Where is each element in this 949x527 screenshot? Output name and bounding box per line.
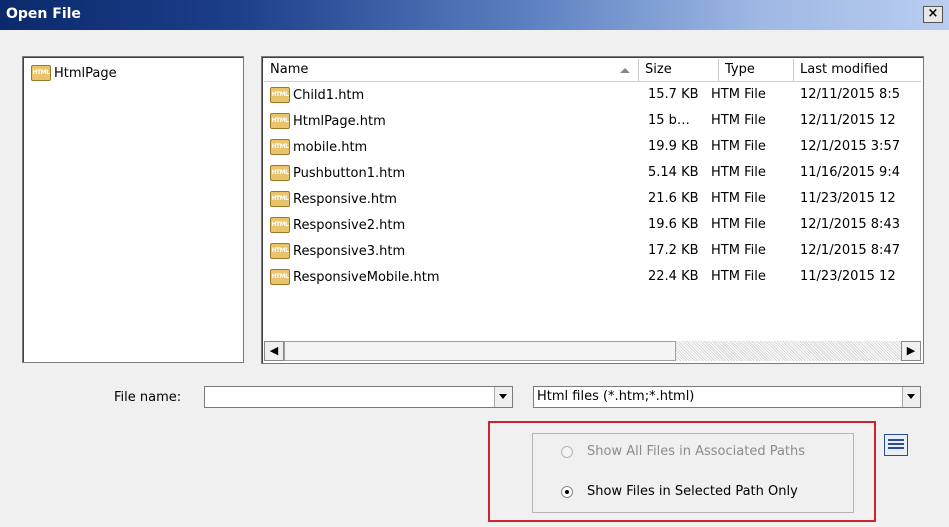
file-size: 22.4 KB <box>648 269 699 284</box>
column-header-size[interactable]: Size <box>639 59 719 81</box>
file-modified: 12/11/2015 8:5 <box>800 87 900 102</box>
directory-list[interactable]: HTML HtmlPage <box>22 56 244 363</box>
file-size: 19.6 KB <box>648 217 699 232</box>
file-modified: 12/1/2015 3:57 <box>800 139 900 154</box>
html-file-icon: HTML <box>270 139 290 155</box>
radio-show-all-files[interactable]: Show All Files in Associated Paths <box>561 444 805 459</box>
radio-show-selected-label: Show Files in Selected Path Only <box>587 484 798 499</box>
file-name: ResponsiveMobile.htm <box>293 269 440 285</box>
file-list[interactable]: Name Size Type Last modified HTML Child1.… <box>261 56 924 364</box>
path-options-group: Show All Files in Associated Paths Show … <box>532 433 854 513</box>
file-size: 15 b… <box>648 113 690 128</box>
file-type: HTM File <box>711 269 766 284</box>
file-type-dropdown-icon[interactable] <box>902 387 920 407</box>
directory-item-label: HtmlPage <box>54 65 117 81</box>
column-header-size-label: Size <box>645 62 672 77</box>
file-modified: 12/1/2015 8:47 <box>800 243 900 258</box>
file-modified: 11/16/2015 9:4 <box>800 165 900 180</box>
scrollbar-thumb[interactable] <box>284 341 676 361</box>
file-size: 15.7 KB <box>648 87 699 102</box>
html-file-icon: HTML <box>270 87 290 103</box>
table-row[interactable]: HTML HtmlPage.htm 15 b… HTM File 12/11/20… <box>264 111 921 137</box>
file-type-value: Html files (*.htm;*.html) <box>537 389 695 404</box>
file-modified: 11/23/2015 12 <box>800 191 896 206</box>
file-size: 21.6 KB <box>648 191 699 206</box>
file-type: HTM File <box>711 191 766 206</box>
file-modified: 12/11/2015 12 <box>800 113 896 128</box>
file-type: HTM File <box>711 87 766 102</box>
directory-item-htmlpage[interactable]: HTML HtmlPage <box>31 65 117 81</box>
file-name: Pushbutton1.htm <box>293 165 406 181</box>
column-header-name[interactable]: Name <box>264 59 639 81</box>
file-name: Responsive.htm <box>293 191 397 207</box>
table-row[interactable]: HTML Pushbutton1.htm 5.14 KB HTM File 11/… <box>264 163 921 189</box>
file-type: HTM File <box>711 139 766 154</box>
file-name-cell: HTML HtmlPage.htm <box>270 113 640 129</box>
file-name: Responsive3.htm <box>293 243 406 259</box>
sort-ascending-icon <box>620 68 630 73</box>
file-name: mobile.htm <box>293 139 368 155</box>
scroll-right-button[interactable]: ▶ <box>901 341 921 361</box>
file-name-cell: HTML mobile.htm <box>270 139 640 155</box>
file-name-cell: HTML Responsive2.htm <box>270 217 640 233</box>
radio-show-all-label: Show All Files in Associated Paths <box>587 444 806 459</box>
file-name: HtmlPage.htm <box>293 113 386 129</box>
scroll-left-button[interactable]: ◀ <box>264 341 284 361</box>
window-title: Open File <box>6 6 81 22</box>
horizontal-scrollbar[interactable]: ◀ ▶ <box>264 341 921 361</box>
file-name-label: File name: <box>114 390 182 405</box>
file-name: Responsive2.htm <box>293 217 406 233</box>
column-header-modified-label: Last modified <box>800 62 889 77</box>
file-name-cell: HTML Pushbutton1.htm <box>270 165 640 181</box>
view-details-icon[interactable] <box>884 434 908 456</box>
file-name-combobox[interactable] <box>204 386 513 408</box>
scrollbar-track[interactable] <box>676 341 901 361</box>
column-header-last-modified[interactable]: Last modified <box>794 59 923 81</box>
html-file-icon: HTML <box>270 243 290 259</box>
radio-button-checked[interactable] <box>561 485 573 498</box>
file-name: Child1.htm <box>293 87 365 103</box>
file-modified: 12/1/2015 8:43 <box>800 217 900 232</box>
file-name-cell: HTML Child1.htm <box>270 87 640 103</box>
file-type: HTM File <box>711 217 766 232</box>
file-modified: 11/23/2015 12 <box>800 269 896 284</box>
html-file-icon: HTML <box>270 191 290 207</box>
title-bar: Open File × <box>0 0 949 30</box>
file-type: HTM File <box>711 243 766 258</box>
table-row[interactable]: HTML mobile.htm 19.9 KB HTM File 12/1/201… <box>264 137 921 163</box>
table-row[interactable]: HTML Responsive3.htm 17.2 KB HTM File 12/… <box>264 241 921 267</box>
file-name-cell: HTML ResponsiveMobile.htm <box>270 269 640 285</box>
column-header-type-label: Type <box>725 62 755 77</box>
html-file-icon: HTML <box>270 165 290 181</box>
file-type: HTM File <box>711 113 766 128</box>
html-file-icon: HTML <box>270 269 290 285</box>
file-type: HTM File <box>711 165 766 180</box>
file-size: 5.14 KB <box>648 165 699 180</box>
html-file-icon: HTML <box>270 217 290 233</box>
file-name-dropdown-icon[interactable] <box>494 387 512 407</box>
file-size: 17.2 KB <box>648 243 699 258</box>
file-name-cell: HTML Responsive3.htm <box>270 243 640 259</box>
file-size: 19.9 KB <box>648 139 699 154</box>
table-row[interactable]: HTML Responsive.htm 21.6 KB HTM File 11/2… <box>264 189 921 215</box>
file-list-header: Name Size Type Last modified <box>264 59 921 82</box>
column-header-type[interactable]: Type <box>719 59 794 81</box>
table-row[interactable]: HTML ResponsiveMobile.htm 22.4 KB HTM Fil… <box>264 267 921 293</box>
html-file-icon: HTML <box>270 113 290 129</box>
close-button[interactable]: × <box>923 6 943 23</box>
table-row[interactable]: HTML Child1.htm 15.7 KB HTM File 12/11/20… <box>264 85 921 111</box>
file-name-cell: HTML Responsive.htm <box>270 191 640 207</box>
file-type-select[interactable]: Html files (*.htm;*.html) <box>533 386 921 408</box>
html-file-icon: HTML <box>31 65 51 81</box>
radio-show-selected-path[interactable]: Show Files in Selected Path Only <box>561 484 798 499</box>
file-rows: HTML Child1.htm 15.7 KB HTM File 12/11/20… <box>264 85 921 293</box>
column-header-name-label: Name <box>270 62 309 77</box>
table-row[interactable]: HTML Responsive2.htm 19.6 KB HTM File 12/… <box>264 215 921 241</box>
radio-button-unchecked[interactable] <box>561 445 573 458</box>
